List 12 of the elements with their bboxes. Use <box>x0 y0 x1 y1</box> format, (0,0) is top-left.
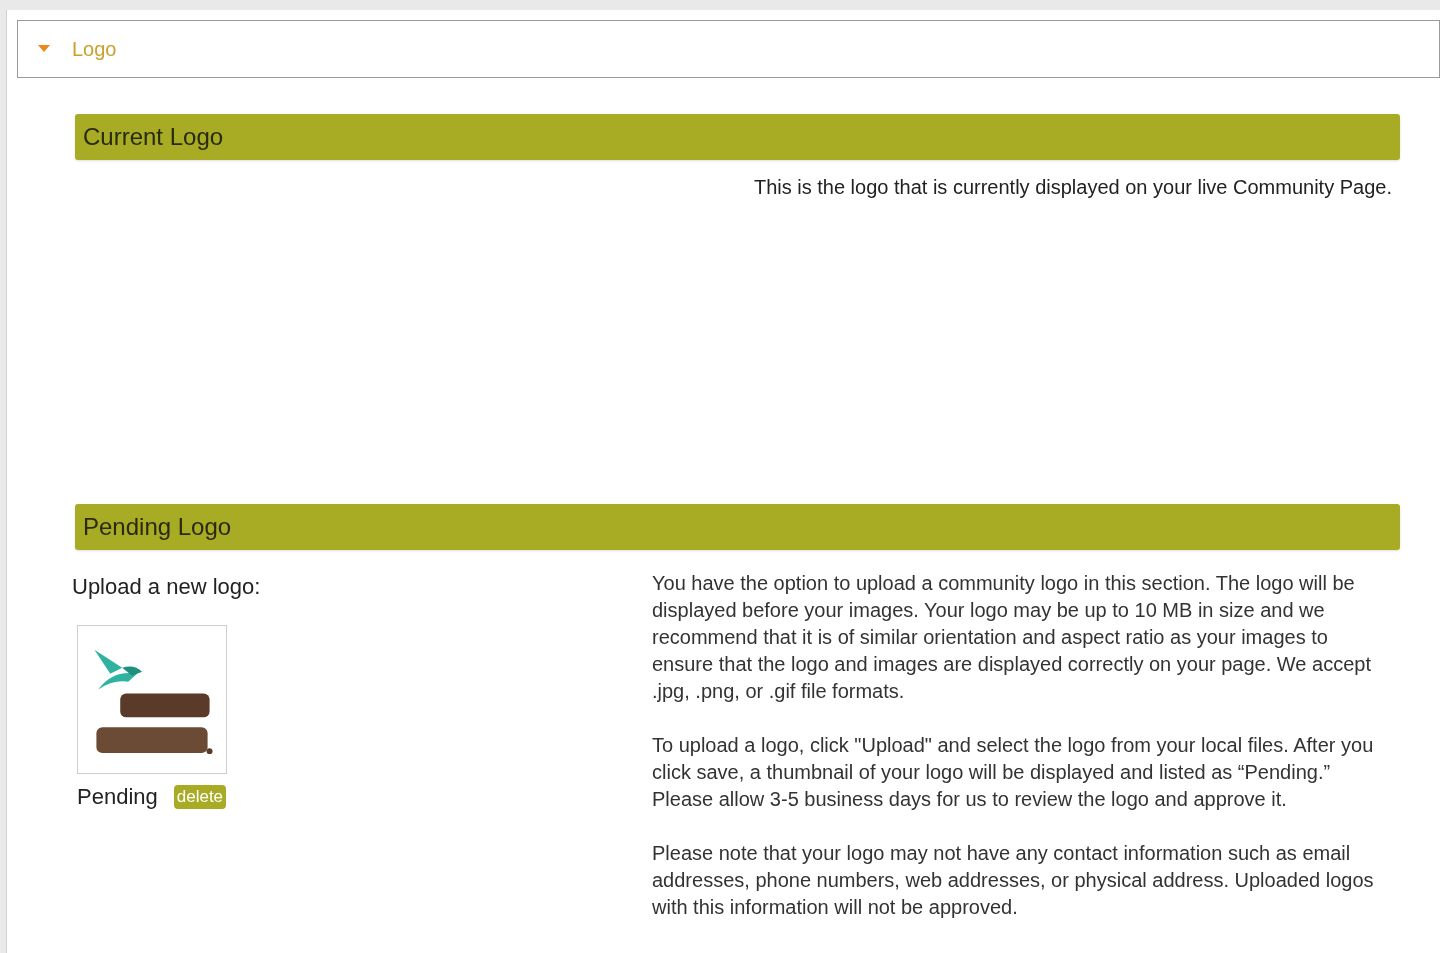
upload-label: Upload a new logo: <box>72 573 262 601</box>
description-text: This is the logo that is currently displayed on your live Community Page. <box>753 175 1392 200</box>
section-heading: Current Logo <box>83 122 224 152</box>
info-paragraph: You have the option to upload a community logo in this section. The logo will be displayed before your images. Your logo may be up to 10 MB in size and we recommend that it is of similar orientation and aspect ratio as your images to ensure that the logo and images are displayed correctly on your page. We accept .jpg, .png, or .gif file formats. <box>652 571 1372 704</box>
status-text: Pending <box>77 783 158 811</box>
caret-icon[interactable] <box>38 45 50 53</box>
info-paragraph: To upload a logo, click "Upload" and select the logo from your local files. After you click save, a thumbnail of your logo will be displayed and listed as “Pending.” Please allow 3-5 business days for us to review the logo and approve it. <box>652 733 1375 812</box>
section-title: Logo <box>72 37 117 62</box>
section-header[interactable]: Logo <box>17 20 1440 78</box>
section-heading: Pending Logo <box>83 512 232 542</box>
delete-button[interactable]: delete <box>173 784 227 809</box>
info-paragraph: Please note that your logo may not have any contact information such as email addresses, phone numbers, web addresses, or physical address. Uploaded logos with this information will not be approved. <box>652 841 1375 920</box>
